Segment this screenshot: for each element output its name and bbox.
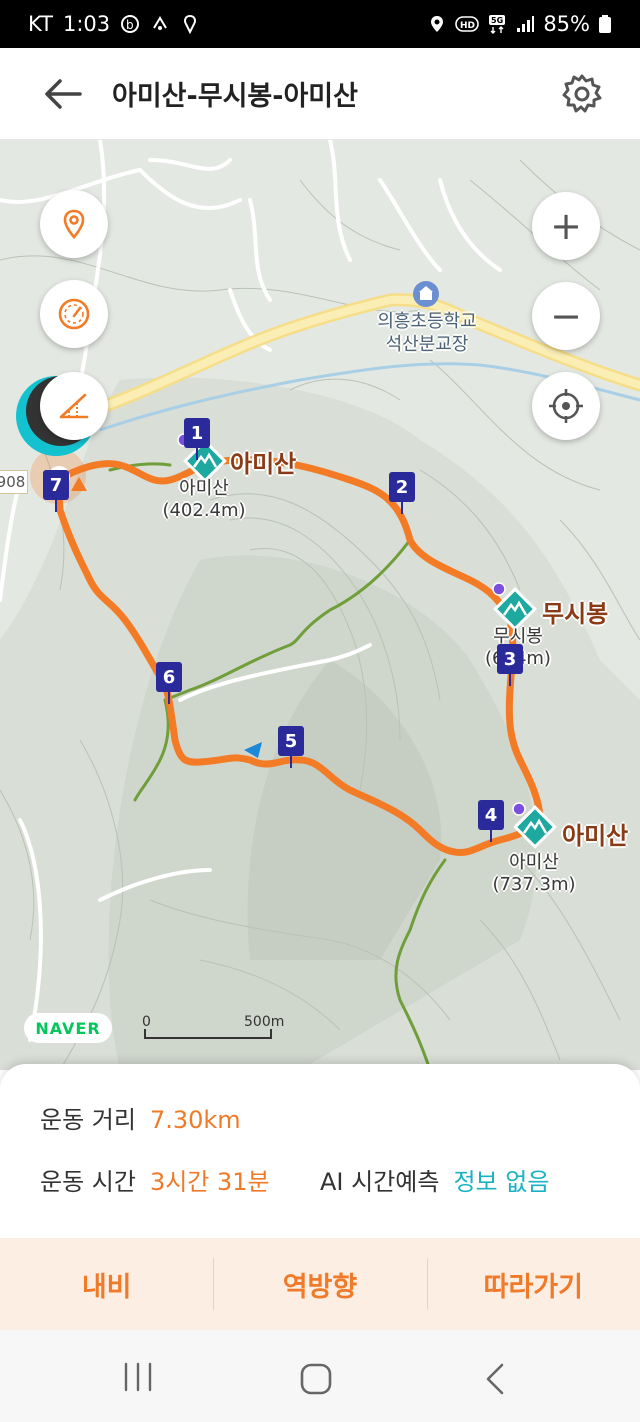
peak-1-elevation: (402.4m) xyxy=(162,500,246,521)
plus-icon: + xyxy=(550,204,582,248)
peak-3-name: 아미산 xyxy=(562,822,629,850)
page-title: 아미산-무시봉-아미산 xyxy=(112,81,358,112)
zoom-out-button[interactable]: − xyxy=(532,282,600,350)
school-label-line2: 석산분교장 xyxy=(385,334,469,355)
home-icon[interactable] xyxy=(298,1362,334,1396)
time-value: 3시간 31분 xyxy=(149,1168,270,1196)
location-arrow-icon xyxy=(184,14,197,34)
location-pin-icon xyxy=(63,209,85,239)
battery-icon xyxy=(599,15,611,33)
signal-icon xyxy=(517,16,535,32)
reverse-button[interactable]: 역방향 xyxy=(213,1238,426,1330)
peak-3-elevation: (737.3m) xyxy=(492,874,576,895)
back-nav-icon[interactable] xyxy=(480,1362,510,1396)
carrier-text: KT xyxy=(28,12,53,36)
minus-icon: − xyxy=(550,294,582,338)
road-number-label: 908 xyxy=(0,470,28,494)
slope-icon xyxy=(59,393,89,419)
ai-estimate-row: AI 시간예측 정보 없음 xyxy=(320,1162,549,1197)
peak-3-sub-name: 아미산 xyxy=(509,852,559,873)
speedometer-icon xyxy=(58,298,90,330)
speedometer-button[interactable] xyxy=(40,280,108,348)
gear-icon[interactable] xyxy=(560,72,604,116)
5g-icon: 5G xyxy=(489,15,506,34)
app-bar: 아미산-무시봉-아미산 xyxy=(0,48,640,140)
waypoint-marker[interactable]: 3 xyxy=(497,644,523,686)
ai-estimate-value: 정보 없음 xyxy=(453,1168,550,1196)
status-bar: KT 1:03 b HD 5G 85% xyxy=(0,0,640,48)
scale-bar: 0 500m xyxy=(140,1012,284,1042)
system-nav-bar xyxy=(0,1330,640,1422)
zoom-in-button[interactable]: + xyxy=(532,192,600,260)
school-icon xyxy=(413,281,439,307)
trail-marker-icon xyxy=(492,582,506,596)
waypoint-marker[interactable]: 7 xyxy=(43,470,69,512)
scale-line xyxy=(144,1029,272,1039)
trail-marker-icon xyxy=(512,802,526,816)
clock-text: 1:03 xyxy=(62,12,111,36)
waypoint-marker[interactable]: 1 xyxy=(184,418,210,460)
peak-3-info: 아미산 (737.3m) xyxy=(486,852,582,896)
waypoint-marker[interactable]: 6 xyxy=(156,662,182,704)
location-icon xyxy=(431,16,444,32)
svg-text:5G: 5G xyxy=(491,16,503,25)
svg-text:b: b xyxy=(126,18,134,32)
peak-1-info: 아미산 (402.4m) xyxy=(156,478,252,522)
school-label: 의흥초등학교 석산분교장 xyxy=(362,310,492,356)
battery-text: 85% xyxy=(543,12,590,36)
peak-2-name: 무시봉 xyxy=(542,600,609,628)
time-label: 운동 시간 xyxy=(40,1168,136,1196)
naver-logo: NAVER xyxy=(24,1013,112,1043)
flag-icon xyxy=(244,742,262,758)
route-summary-sheet: 운동 거리 7.30km 운동 시간 3시간 31분 AI 시간예측 정보 없음 xyxy=(0,1064,640,1240)
school-label-line1: 의흥초등학교 xyxy=(377,311,477,332)
follow-button[interactable]: 따라가기 xyxy=(426,1238,640,1330)
ai-estimate-label: AI 시간예측 xyxy=(320,1168,440,1196)
waypoint-marker[interactable]: 4 xyxy=(478,800,504,842)
peak-1-sub-name: 아미산 xyxy=(179,478,229,499)
warning-icon xyxy=(71,477,87,491)
map-view[interactable]: 908 의흥초등학교 석산분교장 아미산 아미산 (402.4m) 무시봉 무시… xyxy=(0,140,640,1070)
action-bar: 내비 역방향 따라가기 xyxy=(0,1238,640,1330)
back-arrow-icon[interactable] xyxy=(40,74,84,114)
navigate-button[interactable]: 내비 xyxy=(0,1238,213,1330)
my-location-button[interactable] xyxy=(532,372,600,440)
recent-apps-icon[interactable] xyxy=(118,1362,158,1392)
nfc-icon xyxy=(153,16,167,30)
hd-icon: HD xyxy=(455,16,480,32)
b-app-icon: b xyxy=(121,15,140,33)
distance-row: 운동 거리 7.30km xyxy=(40,1100,241,1135)
distance-label: 운동 거리 xyxy=(40,1106,136,1134)
svg-text:HD: HD xyxy=(460,21,475,31)
waypoint-marker[interactable]: 5 xyxy=(278,726,304,768)
waypoint-marker[interactable]: 2 xyxy=(389,472,415,514)
time-row: 운동 시간 3시간 31분 xyxy=(40,1162,270,1197)
peak-1-name: 아미산 xyxy=(230,450,297,478)
crosshair-icon xyxy=(549,389,583,423)
distance-value: 7.30km xyxy=(149,1106,241,1134)
elevation-button[interactable] xyxy=(40,372,108,440)
location-pin-button[interactable] xyxy=(40,190,108,258)
